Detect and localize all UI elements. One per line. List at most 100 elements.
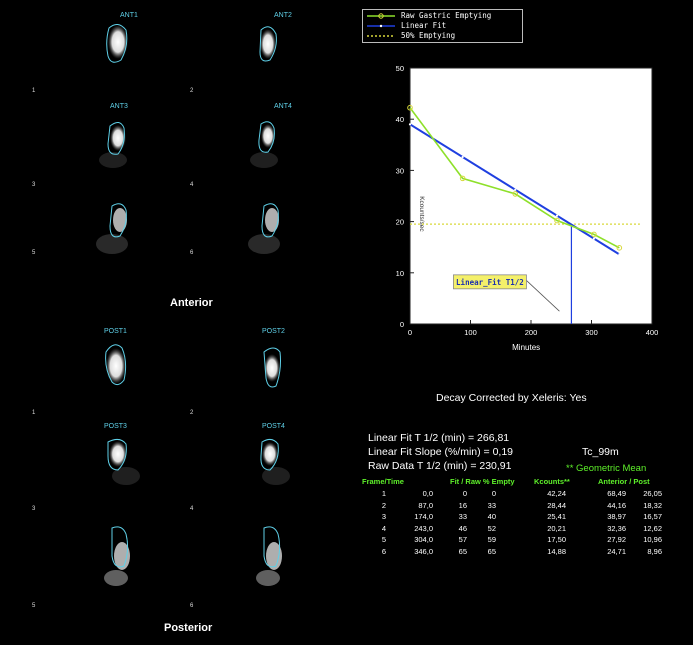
frame-label-post1: POST1 — [104, 328, 127, 335]
frame-label-post3: POST3 — [104, 423, 127, 430]
y-tick-label: 10 — [396, 269, 404, 278]
table-cell: 38,97 — [607, 512, 626, 521]
x-tick-label: 200 — [525, 328, 538, 337]
frame-post6[interactable] — [228, 520, 308, 594]
legend-label-raw: Raw Gastric Emptying — [401, 11, 492, 20]
frame-post2[interactable] — [228, 330, 308, 404]
frame-ant3[interactable] — [78, 108, 158, 182]
table-cell: 44,16 — [607, 500, 626, 510]
x-tick-label: 400 — [646, 328, 659, 337]
frame-number: 6 — [190, 603, 194, 609]
y-tick-label: 20 — [396, 218, 404, 227]
frame-number: 6 — [190, 250, 194, 256]
fit-point — [555, 214, 559, 217]
fit-point — [461, 155, 464, 159]
table-cell: 3 — [381, 512, 386, 521]
table-cell: 5 — [381, 535, 386, 544]
gastric-emptying-chart: 0 10 20 30 40 50 0 100 200 300 400 Minutes Kcounts/s… — [396, 64, 659, 352]
table-cell: 17,50 — [547, 535, 566, 544]
y-axis-label: Kcounts/sec — [418, 196, 425, 232]
frame-post3[interactable] — [78, 424, 158, 498]
table-header: Frame/Time — [362, 477, 404, 486]
table-cell: 42,24 — [547, 489, 566, 498]
x-tick-label: 100 — [464, 328, 477, 337]
fit-point — [592, 237, 596, 240]
frame-number: 2 — [190, 410, 194, 416]
x-tick-label: 300 — [585, 328, 598, 337]
fit-slope: Linear Fit Slope (%/min) = 0,19 — [368, 446, 514, 458]
plot-area — [409, 67, 653, 325]
frame-ant4[interactable] — [228, 108, 308, 182]
table-cell: 14,88 — [547, 546, 566, 556]
frame-number: 5 — [32, 250, 36, 256]
raw-half-time: Raw Data T 1/2 (min) = 230,91 — [368, 460, 512, 472]
table-cell: 18,32 — [643, 500, 662, 510]
frame-label-ant1: ANT1 — [120, 12, 138, 19]
legend-item-half: 50% Emptying — [367, 31, 519, 41]
isotope-label: Tc_99m — [582, 446, 619, 458]
table-cell: 65 — [487, 546, 496, 556]
legend-label-half: 50% Emptying — [401, 31, 456, 40]
table-cell: 1 — [381, 489, 386, 498]
y-tick-label: 50 — [396, 64, 404, 73]
table-cell: 26,05 — [643, 489, 662, 498]
frame-post1[interactable] — [78, 330, 158, 404]
table-cell: 40 — [487, 512, 496, 521]
frame-label-ant3: ANT3 — [110, 103, 128, 110]
decay-correction-text: Decay Corrected by Xeleris: Yes — [436, 392, 587, 404]
legend-label-linear: Linear Fit — [401, 21, 447, 30]
frame-number: 1 — [32, 88, 36, 94]
table-cell: 68,49 — [607, 489, 626, 498]
table-cell: 6 — [381, 546, 386, 556]
table-cell: 10,96 — [643, 535, 662, 544]
table-cell: 52 — [487, 523, 496, 533]
frame-ant6[interactable] — [228, 192, 308, 266]
frame-label-post4: POST4 — [262, 423, 285, 430]
y-tick-label: 30 — [396, 166, 404, 175]
frame-ant1[interactable] — [78, 12, 158, 86]
table-header: Fit / Raw % Empty — [450, 477, 515, 486]
table-cell: 25,41 — [547, 512, 566, 521]
fit-half-time: Linear Fit T 1/2 (min) = 266,81 — [368, 432, 510, 444]
table-cell: 8,96 — [647, 546, 662, 556]
table-cell: 20,21 — [547, 523, 566, 533]
frame-ant2[interactable] — [228, 12, 308, 86]
table-cell: 24,71 — [607, 546, 626, 556]
frame-label-ant4: ANT4 — [274, 103, 292, 110]
frame-post5[interactable] — [78, 520, 158, 594]
anterior-title: Anterior — [170, 297, 213, 309]
legend-item-raw: Raw Gastric Emptying — [367, 11, 519, 21]
frame-number: 1 — [32, 410, 36, 416]
frame-label-post2: POST2 — [262, 328, 285, 335]
frame-number: 3 — [32, 182, 36, 188]
annotation-text: Linear_Fit T1/2 — [456, 278, 524, 287]
table-cell: 4 — [381, 523, 386, 533]
table-cell: 27,92 — [607, 535, 626, 544]
chart-legend: Raw Gastric Emptying Linear Fit 50% Empt… — [362, 9, 523, 43]
table-cell: 59 — [487, 535, 496, 544]
x-axis-label: Minutes — [512, 343, 540, 352]
table-cell: 12,62 — [643, 523, 662, 533]
table-cell: 28,44 — [547, 500, 566, 510]
table-header: Anterior / Post — [598, 477, 650, 486]
frame-number: 5 — [32, 603, 36, 609]
posterior-title: Posterior — [164, 622, 213, 634]
frame-number: 3 — [32, 506, 36, 512]
fit-point — [408, 123, 412, 126]
geometric-mean-header: ** Geometric Mean — [566, 463, 647, 474]
frame-post4[interactable] — [228, 424, 308, 498]
fit-point — [618, 253, 621, 256]
legend-swatch-raw — [367, 13, 395, 19]
legend-item-linear: Linear Fit — [367, 21, 519, 31]
y-tick-label: 40 — [396, 115, 404, 124]
y-tick-label: 0 — [400, 320, 404, 329]
frame-number: 2 — [190, 88, 194, 94]
frame-ant5[interactable] — [78, 192, 158, 266]
legend-swatch-linear — [367, 24, 395, 28]
x-tick-label: 0 — [408, 328, 412, 337]
table-cell: 2 — [381, 500, 386, 510]
table-cell: 33 — [487, 500, 496, 510]
legend-swatch-half — [367, 35, 395, 37]
table-cell: 16,57 — [643, 512, 662, 521]
frame-number: 4 — [190, 506, 194, 512]
